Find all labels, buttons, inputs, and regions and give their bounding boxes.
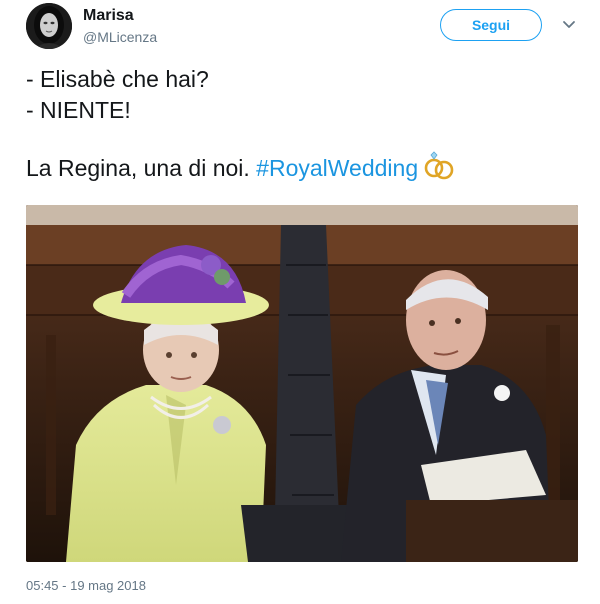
tweet-text: - Elisabè che hai? - NIENTE! La Regina, … <box>26 64 566 184</box>
hashtag-link[interactable]: #RoyalWedding <box>256 155 418 181</box>
follow-button[interactable]: Segui <box>440 9 542 41</box>
avatar[interactable] <box>26 3 72 49</box>
user-handle[interactable]: @MLicenza <box>83 29 157 45</box>
tweet-line-3: La Regina, una di noi. #RoyalWedding <box>26 150 566 184</box>
rings-icon <box>422 150 456 180</box>
tweet-text-main: La Regina, una di noi. <box>26 155 257 181</box>
chevron-down-icon[interactable] <box>561 17 577 33</box>
tweet-timestamp[interactable]: 05:45 - 19 mag 2018 <box>26 578 146 593</box>
tweet-photo[interactable] <box>26 205 578 562</box>
tweet-card: Marisa @MLicenza Segui - Elisabè che hai… <box>0 0 600 604</box>
user-name[interactable]: Marisa <box>83 7 134 25</box>
tweet-line-1: - Elisabè che hai? <box>26 66 209 92</box>
tweet-line-2: - NIENTE! <box>26 97 131 123</box>
